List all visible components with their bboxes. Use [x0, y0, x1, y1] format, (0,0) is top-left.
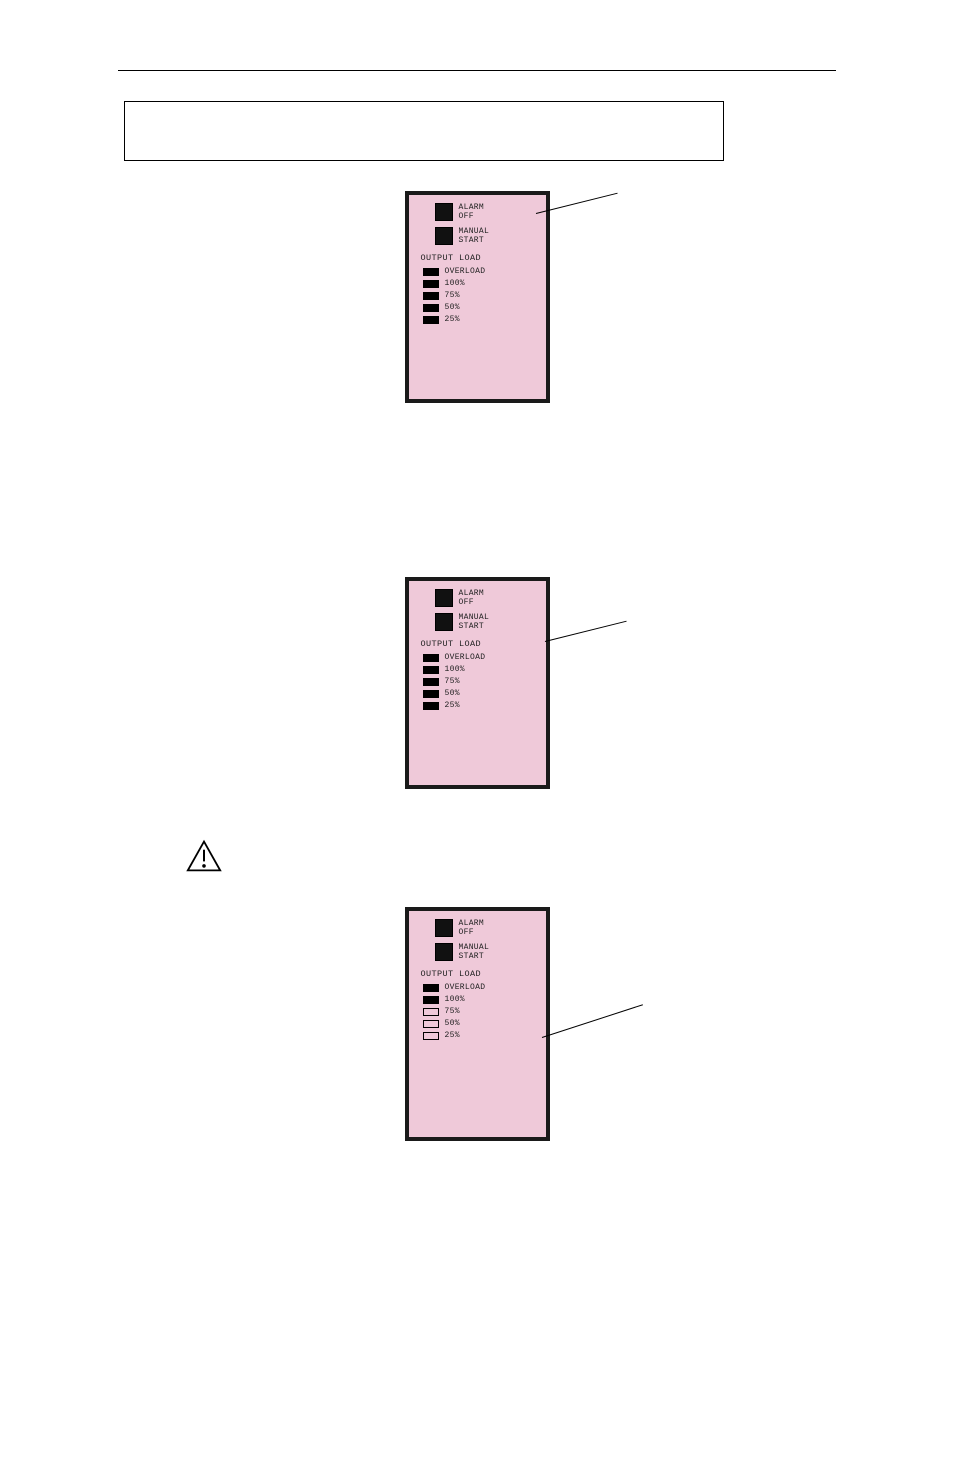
led-label: 100% — [445, 995, 465, 1004]
label-text: MANUAL — [459, 613, 490, 622]
label-text: START — [459, 952, 490, 961]
led-row-50: 50% — [423, 689, 540, 698]
load-100-led — [423, 996, 439, 1004]
led-row-100: 100% — [423, 279, 540, 288]
led-label: 75% — [445, 291, 460, 300]
page: ALARM OFF MANUAL START OUTPUT LOAD OVERL… — [0, 0, 954, 1475]
led-label: 50% — [445, 1019, 460, 1028]
led-label: 50% — [445, 303, 460, 312]
section-1: ALARM OFF MANUAL START OUTPUT LOAD OVERL… — [118, 191, 836, 403]
led-row-100: 100% — [423, 665, 540, 674]
manual-start-row: MANUAL START — [435, 613, 540, 631]
load-75-led — [423, 678, 439, 686]
alarm-off-button[interactable] — [435, 919, 453, 937]
manual-start-label: MANUAL START — [459, 943, 490, 961]
led-label: 25% — [445, 1031, 460, 1040]
alarm-off-row: ALARM OFF — [435, 589, 540, 607]
load-100-led — [423, 280, 439, 288]
led-row-25: 25% — [423, 1031, 540, 1040]
manual-start-button[interactable] — [435, 227, 453, 245]
section-2: ALARM OFF MANUAL START OUTPUT LOAD OVERL… — [118, 577, 836, 789]
led-row-50: 50% — [423, 1019, 540, 1028]
led-label: OVERLOAD — [445, 983, 486, 992]
label-text: MANUAL — [459, 227, 490, 236]
led-label: OVERLOAD — [445, 267, 486, 276]
load-50-led — [423, 690, 439, 698]
alarm-off-button[interactable] — [435, 589, 453, 607]
overload-led — [423, 654, 439, 662]
output-load-heading: OUTPUT LOAD — [421, 253, 540, 263]
control-panel: ALARM OFF MANUAL START OUTPUT LOAD OVERL… — [405, 577, 550, 789]
label-text: ALARM — [459, 203, 485, 212]
led-label: 25% — [445, 315, 460, 324]
led-row-100: 100% — [423, 995, 540, 1004]
manual-start-button[interactable] — [435, 943, 453, 961]
label-text: START — [459, 622, 490, 631]
led-row-overload: OVERLOAD — [423, 267, 540, 276]
load-75-led — [423, 292, 439, 300]
load-25-led — [423, 1032, 439, 1040]
manual-start-row: MANUAL START — [435, 943, 540, 961]
led-label: 75% — [445, 677, 460, 686]
warning-icon — [186, 839, 222, 878]
led-row-overload: OVERLOAD — [423, 653, 540, 662]
led-row-25: 25% — [423, 701, 540, 710]
led-row-50: 50% — [423, 303, 540, 312]
callout-leader — [545, 621, 627, 642]
label-text: START — [459, 236, 490, 245]
load-100-led — [423, 666, 439, 674]
info-box — [124, 101, 724, 161]
alarm-off-row: ALARM OFF — [435, 919, 540, 937]
output-load-heading: OUTPUT LOAD — [421, 969, 540, 979]
manual-start-label: MANUAL START — [459, 613, 490, 631]
load-25-led — [423, 702, 439, 710]
overload-led — [423, 268, 439, 276]
label-text: OFF — [459, 598, 485, 607]
load-50-led — [423, 1020, 439, 1028]
callout-leader — [542, 1004, 643, 1038]
overload-led — [423, 984, 439, 992]
alarm-off-label: ALARM OFF — [459, 203, 485, 221]
manual-start-row: MANUAL START — [435, 227, 540, 245]
horizontal-rule — [118, 70, 836, 71]
led-label: OVERLOAD — [445, 653, 486, 662]
led-row-75: 75% — [423, 291, 540, 300]
alarm-off-row: ALARM OFF — [435, 203, 540, 221]
panel-figure-2: ALARM OFF MANUAL START OUTPUT LOAD OVERL… — [118, 577, 836, 789]
load-75-led — [423, 1008, 439, 1016]
label-text: OFF — [459, 212, 485, 221]
manual-start-button[interactable] — [435, 613, 453, 631]
spacer — [118, 407, 836, 547]
load-25-led — [423, 316, 439, 324]
led-row-overload: OVERLOAD — [423, 983, 540, 992]
label-text: MANUAL — [459, 943, 490, 952]
load-50-led — [423, 304, 439, 312]
alarm-off-button[interactable] — [435, 203, 453, 221]
led-label: 75% — [445, 1007, 460, 1016]
manual-start-label: MANUAL START — [459, 227, 490, 245]
led-row-75: 75% — [423, 677, 540, 686]
panel-figure-3: ALARM OFF MANUAL START OUTPUT LOAD OVERL… — [118, 907, 836, 1141]
led-label: 100% — [445, 279, 465, 288]
output-load-heading: OUTPUT LOAD — [421, 639, 540, 649]
alarm-off-label: ALARM OFF — [459, 589, 485, 607]
label-text: ALARM — [459, 589, 485, 598]
led-label: 50% — [445, 689, 460, 698]
section-3: ALARM OFF MANUAL START OUTPUT LOAD OVERL… — [118, 907, 836, 1141]
label-text: ALARM — [459, 919, 485, 928]
panel-figure-1: ALARM OFF MANUAL START OUTPUT LOAD OVERL… — [118, 191, 836, 403]
led-label: 25% — [445, 701, 460, 710]
control-panel: ALARM OFF MANUAL START OUTPUT LOAD OVERL… — [405, 907, 550, 1141]
label-text: OFF — [459, 928, 485, 937]
led-label: 100% — [445, 665, 465, 674]
spacer — [118, 793, 836, 853]
control-panel: ALARM OFF MANUAL START OUTPUT LOAD OVERL… — [405, 191, 550, 403]
led-row-25: 25% — [423, 315, 540, 324]
led-row-75: 75% — [423, 1007, 540, 1016]
alarm-off-label: ALARM OFF — [459, 919, 485, 937]
